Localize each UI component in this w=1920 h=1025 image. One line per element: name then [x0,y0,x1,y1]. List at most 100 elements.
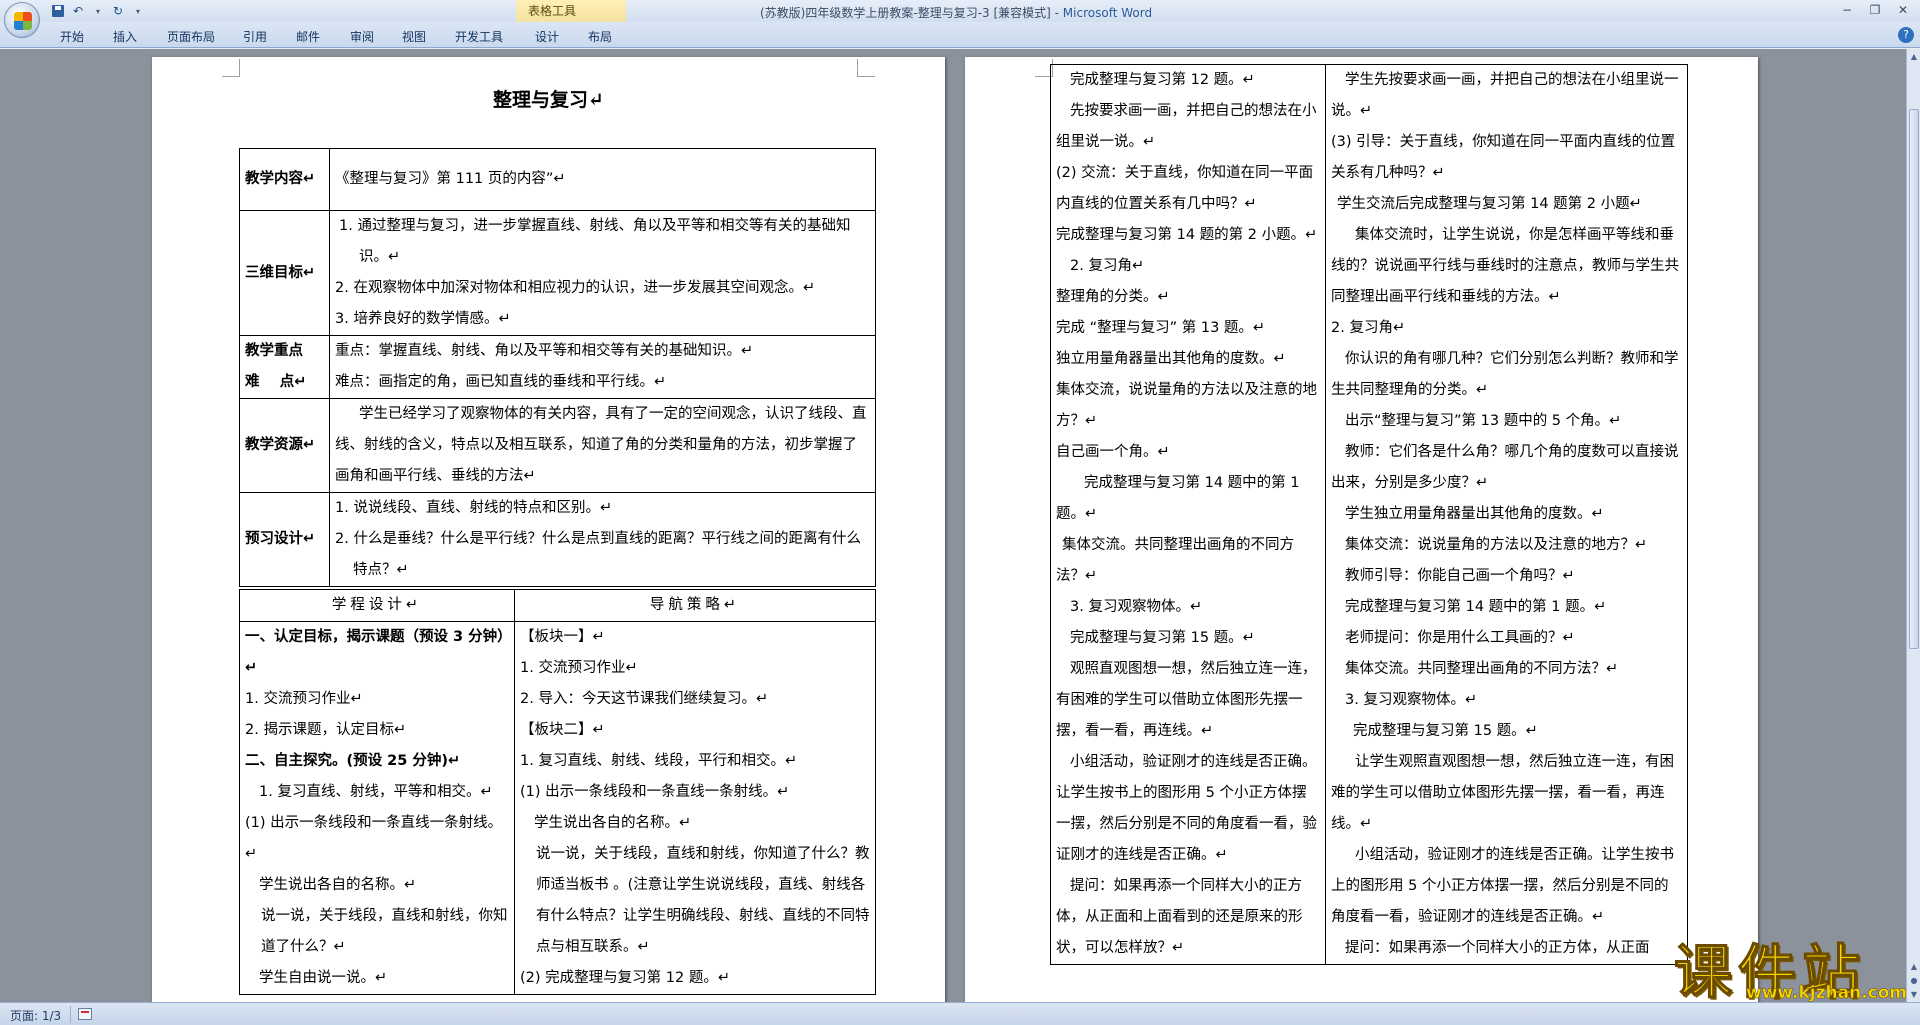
table-row: 三维目标↵ 1. 通过整理与复习，进一步掌握直线、射线、角以及平等和相交等有关的… [239,210,876,336]
paragraph: 【板块一】↵ [520,629,605,645]
window-title: (苏教版)四年级数学上册教案-整理与复习-3 [兼容模式] - Microsof… [760,4,1152,21]
paragraph: 学生说出各自的名称。↵ [259,877,417,893]
tab-review[interactable]: 审阅 [350,28,374,45]
ribbon-tabs: 开始 插入 页面布局 引用 邮件 审阅 视图 开发工具 设计 布局 [0,22,1920,48]
paragraph: 完成整理与复习第 14 题中的第 1 题。↵ [1056,475,1300,522]
minimize-icon[interactable]: − [1832,0,1862,20]
paragraph: 自己画一个角。↵ [1056,444,1170,460]
tab-view[interactable]: 视图 [402,28,426,45]
office-button[interactable] [4,2,40,38]
table-cell[interactable]: 重点：掌握直线、射线、角以及平等和相交等有关的基础知识。↵ 难点：画指定的角，画… [329,335,876,399]
table-row: 教学资源↵ 学生已经学习了观察物体的有关内容，具有了一定的空间观念，认识了线段、… [239,398,876,493]
paragraph: 提问：如果再添一个同样大小的正方体，从正面 [1345,940,1650,956]
row-label: 三维目标↵ [239,210,330,336]
paragraph: 集体交流。共同整理出画角的不同方法？↵ [1345,661,1619,677]
paragraph: 完成整理与复习第 15 题。↵ [1070,630,1255,646]
table-row: 教学内容↵ 《整理与复习》第 111 页的内容”↵ [239,148,876,211]
paragraph: 学生先按要求画一画，并把自己的想法在小组里说一说。↵ [1331,72,1679,119]
undo-dropdown-icon[interactable]: ▾ [90,3,106,19]
paragraph: 小组活动，验证刚才的连线是否正确。让学生按书上的图形用 5 个小正方体摆一摆，然… [1056,754,1317,863]
margin-corner-mark [857,59,875,77]
paragraph: 1. 复习直线、射线，平等和相交。↵ [259,784,493,800]
table-cell[interactable]: 学生已经学习了观察物体的有关内容，具有了一定的空间观念，认识了线段、直线、射线的… [329,398,876,493]
paragraph: 老师提问：你是用什么工具画的？↵ [1345,630,1575,646]
undo-icon[interactable]: ↶ [70,3,86,19]
tab-design[interactable]: 设计 [535,28,559,45]
customize-qat-icon[interactable]: ▾ [130,3,146,19]
paragraph: 集体交流，说说量角的方法以及注意的地方？↵ [1056,382,1317,429]
paragraph: 说一说，关于线段，直线和射线，你知道了什么？教师适当板书 。(注意让学生说说线段… [536,846,870,955]
document-workspace: 整理与复习↵ 教学内容↵ 《整理与复习》第 111 页的内容”↵ 三维目标↵ 1… [0,49,1906,1002]
close-icon[interactable]: ✕ [1888,0,1918,20]
paragraph: 二、自主探究。(预设 25 分钟)↵ [245,753,461,769]
table-row: 完成整理与复习第 12 题。↵ 先按要求画一画，并把自己的想法在小组里说一说。↵… [1050,64,1688,965]
lesson-process-table-continued[interactable]: 完成整理与复习第 12 题。↵ 先按要求画一画，并把自己的想法在小组里说一说。↵… [1050,64,1688,965]
paragraph: 小组活动，验证刚才的连线是否正确。让学生按书上的图形用 5 个小正方体摆一摆，然… [1331,847,1674,925]
scroll-up-icon[interactable]: ▲ [1908,51,1920,63]
paragraph: 1. 说说线段、直线、射线的特点和区别。↵ [335,500,613,516]
table-cell[interactable]: 1. 说说线段、直线、射线的特点和区别。↵ 2. 什么是垂线？什么是平行线？什么… [329,492,876,587]
paragraph: 2. 复习角↵ [1070,258,1145,274]
document-title[interactable]: 整理与复习↵ [152,85,945,112]
paragraph: 3. 复习观察物体。↵ [1345,692,1478,708]
paragraph: 完成整理与复习第 15 题。↵ [1353,723,1538,739]
paragraph: 集体交流。共同整理出画角的不同方法？↵ [1056,537,1294,584]
paragraph: 学生交流后完成整理与复习第 14 题第 2 小题↵ [1337,196,1642,212]
tab-page-layout[interactable]: 页面布局 [167,28,215,45]
paragraph: (2) 交流：关于直线，你知道在同一平面内直线的位置关系有几中吗？↵ [1056,165,1314,212]
process-right-cell[interactable]: 【板块一】↵ 1. 交流预习作业↵ 2. 导入：今天这节课我们继续复习。↵ 【板… [514,621,876,995]
paragraph: 出示“整理与复习”第 13 题中的 5 个角。↵ [1345,413,1622,429]
paragraph: 3. 复习观察物体。↵ [1070,599,1203,615]
tab-home[interactable]: 开始 [60,28,84,45]
lesson-info-table[interactable]: 教学内容↵ 《整理与复习》第 111 页的内容”↵ 三维目标↵ 1. 通过整理与… [239,148,876,587]
paragraph: 完成 “整理与复习” 第 13 题。↵ [1056,320,1266,336]
paragraph: 集体交流时，让学生说说，你是怎样画平等线和垂线的？说说画平行线与垂线时的注意点，… [1331,227,1679,305]
macro-record-icon[interactable] [78,1008,92,1020]
table-row: 学程设计↵ 导航策略↵ [239,589,876,622]
tab-developer[interactable]: 开发工具 [455,28,503,45]
paragraph: (3) 引导：关于直线，你知道在同一平面内直线的位置关系有几种吗？↵ [1331,134,1676,181]
margin-corner-mark [222,59,240,77]
watermark-logo: 课件站 www.kjzhan.com [1668,925,1918,1006]
paragraph: 1. 交流预习作业↵ [245,691,363,707]
process-left-cell[interactable]: 一、认定目标，揭示课题（预设 3 分钟）↵ 1. 交流预习作业↵ 2. 揭示课题… [239,621,515,995]
process-left-cell[interactable]: 完成整理与复习第 12 题。↵ 先按要求画一画，并把自己的想法在小组里说一说。↵… [1050,64,1326,965]
restore-icon[interactable]: ❐ [1860,0,1890,20]
table-row: 预习设计↵ 1. 说说线段、直线、射线的特点和区别。↵ 2. 什么是垂线？什么是… [239,492,876,587]
tab-insert[interactable]: 插入 [113,28,137,45]
row-label: 教学内容↵ [239,148,330,211]
page-2: 完成整理与复习第 12 题。↵ 先按要求画一画，并把自己的想法在小组里说一说。↵… [965,57,1758,1002]
table-row: 一、认定目标，揭示课题（预设 3 分钟）↵ 1. 交流预习作业↵ 2. 揭示课题… [239,621,876,995]
lesson-process-table[interactable]: 学程设计↵ 导航策略↵ 一、认定目标，揭示课题（预设 3 分钟）↵ 1. 交流预… [239,589,876,995]
save-icon[interactable] [50,3,66,19]
paragraph: 【板块二】↵ [520,722,605,738]
help-icon[interactable]: ? [1898,27,1914,43]
table-cell[interactable]: 《整理与复习》第 111 页的内容”↵ [329,148,876,211]
paragraph: 提问：如果再添一个同样大小的正方体，从正面和上面看到的还是原来的形状，可以怎样放… [1056,878,1303,956]
paragraph: 学生独立用量角器量出其他角的度数。↵ [1345,506,1604,522]
paragraph: 整理角的分类。↵ [1056,289,1170,305]
paragraph: 教师：它们各是什么角？哪几个角的度数可以直接说出来，分别是多少度？↵ [1331,444,1679,491]
scrollbar-thumb[interactable] [1909,109,1919,649]
paragraph: 说一说，关于线段，直线和射线，你知道了什么？↵ [261,908,508,955]
row-label-line: 难 点↵ [245,374,307,390]
tab-mailings[interactable]: 邮件 [296,28,320,45]
tab-layout[interactable]: 布局 [588,28,612,45]
table-cell[interactable]: 1. 通过整理与复习，进一步掌握直线、射线、角以及平等和相交等有关的基础知识。↵… [329,210,876,336]
process-right-cell[interactable]: 学生先按要求画一画，并把自己的想法在小组里说一说。↵ (3) 引导：关于直线，你… [1325,64,1688,965]
tab-references[interactable]: 引用 [243,28,267,45]
paragraph: 完成整理与复习第 14 题的第 2 小题。↵ [1056,227,1318,243]
app-name: Microsoft Word [1062,6,1153,20]
vertical-scrollbar[interactable]: ▲ ▲ ● ▼ [1906,49,1920,1002]
quick-access-toolbar: ↶ ▾ ↻ ▾ [50,2,146,20]
title-bar: ↶ ▾ ↻ ▾ (苏教版)四年级数学上册教案-整理与复习-3 [兼容模式] - … [0,0,1920,38]
paragraph: (2) 完成整理与复习第 12 题。↵ [520,970,730,986]
watermark-url: www.kjzhan.com [1746,983,1908,1004]
redo-icon[interactable]: ↻ [110,3,126,19]
paragraph: 先按要求画一画，并把自己的想法在小组里说一说。↵ [1056,103,1317,150]
paragraph: 完成整理与复习第 14 题中的第 1 题。↵ [1345,599,1607,615]
paragraph: 3. 培养良好的数学情感。↵ [335,311,511,327]
paragraph: 1. 交流预习作业↵ [520,660,638,676]
column-header: 导航策略↵ [514,589,876,622]
page-indicator[interactable]: 页面: 1/3 [10,1007,61,1024]
